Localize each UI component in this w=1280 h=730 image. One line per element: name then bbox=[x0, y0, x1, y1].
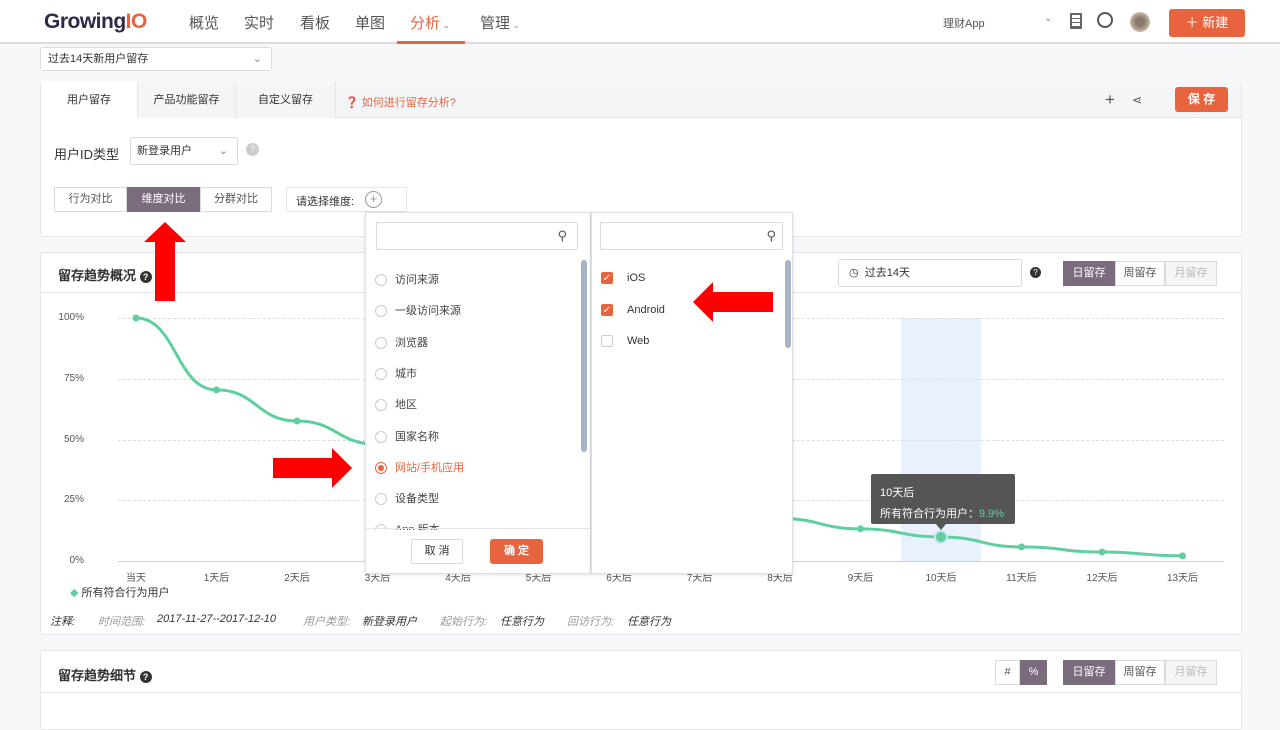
annotation-arrows bbox=[144, 222, 773, 488]
arrow-left-annotation bbox=[693, 282, 773, 322]
arrow-right-annotation bbox=[273, 448, 352, 488]
arrow-up-annotation bbox=[144, 222, 186, 301]
